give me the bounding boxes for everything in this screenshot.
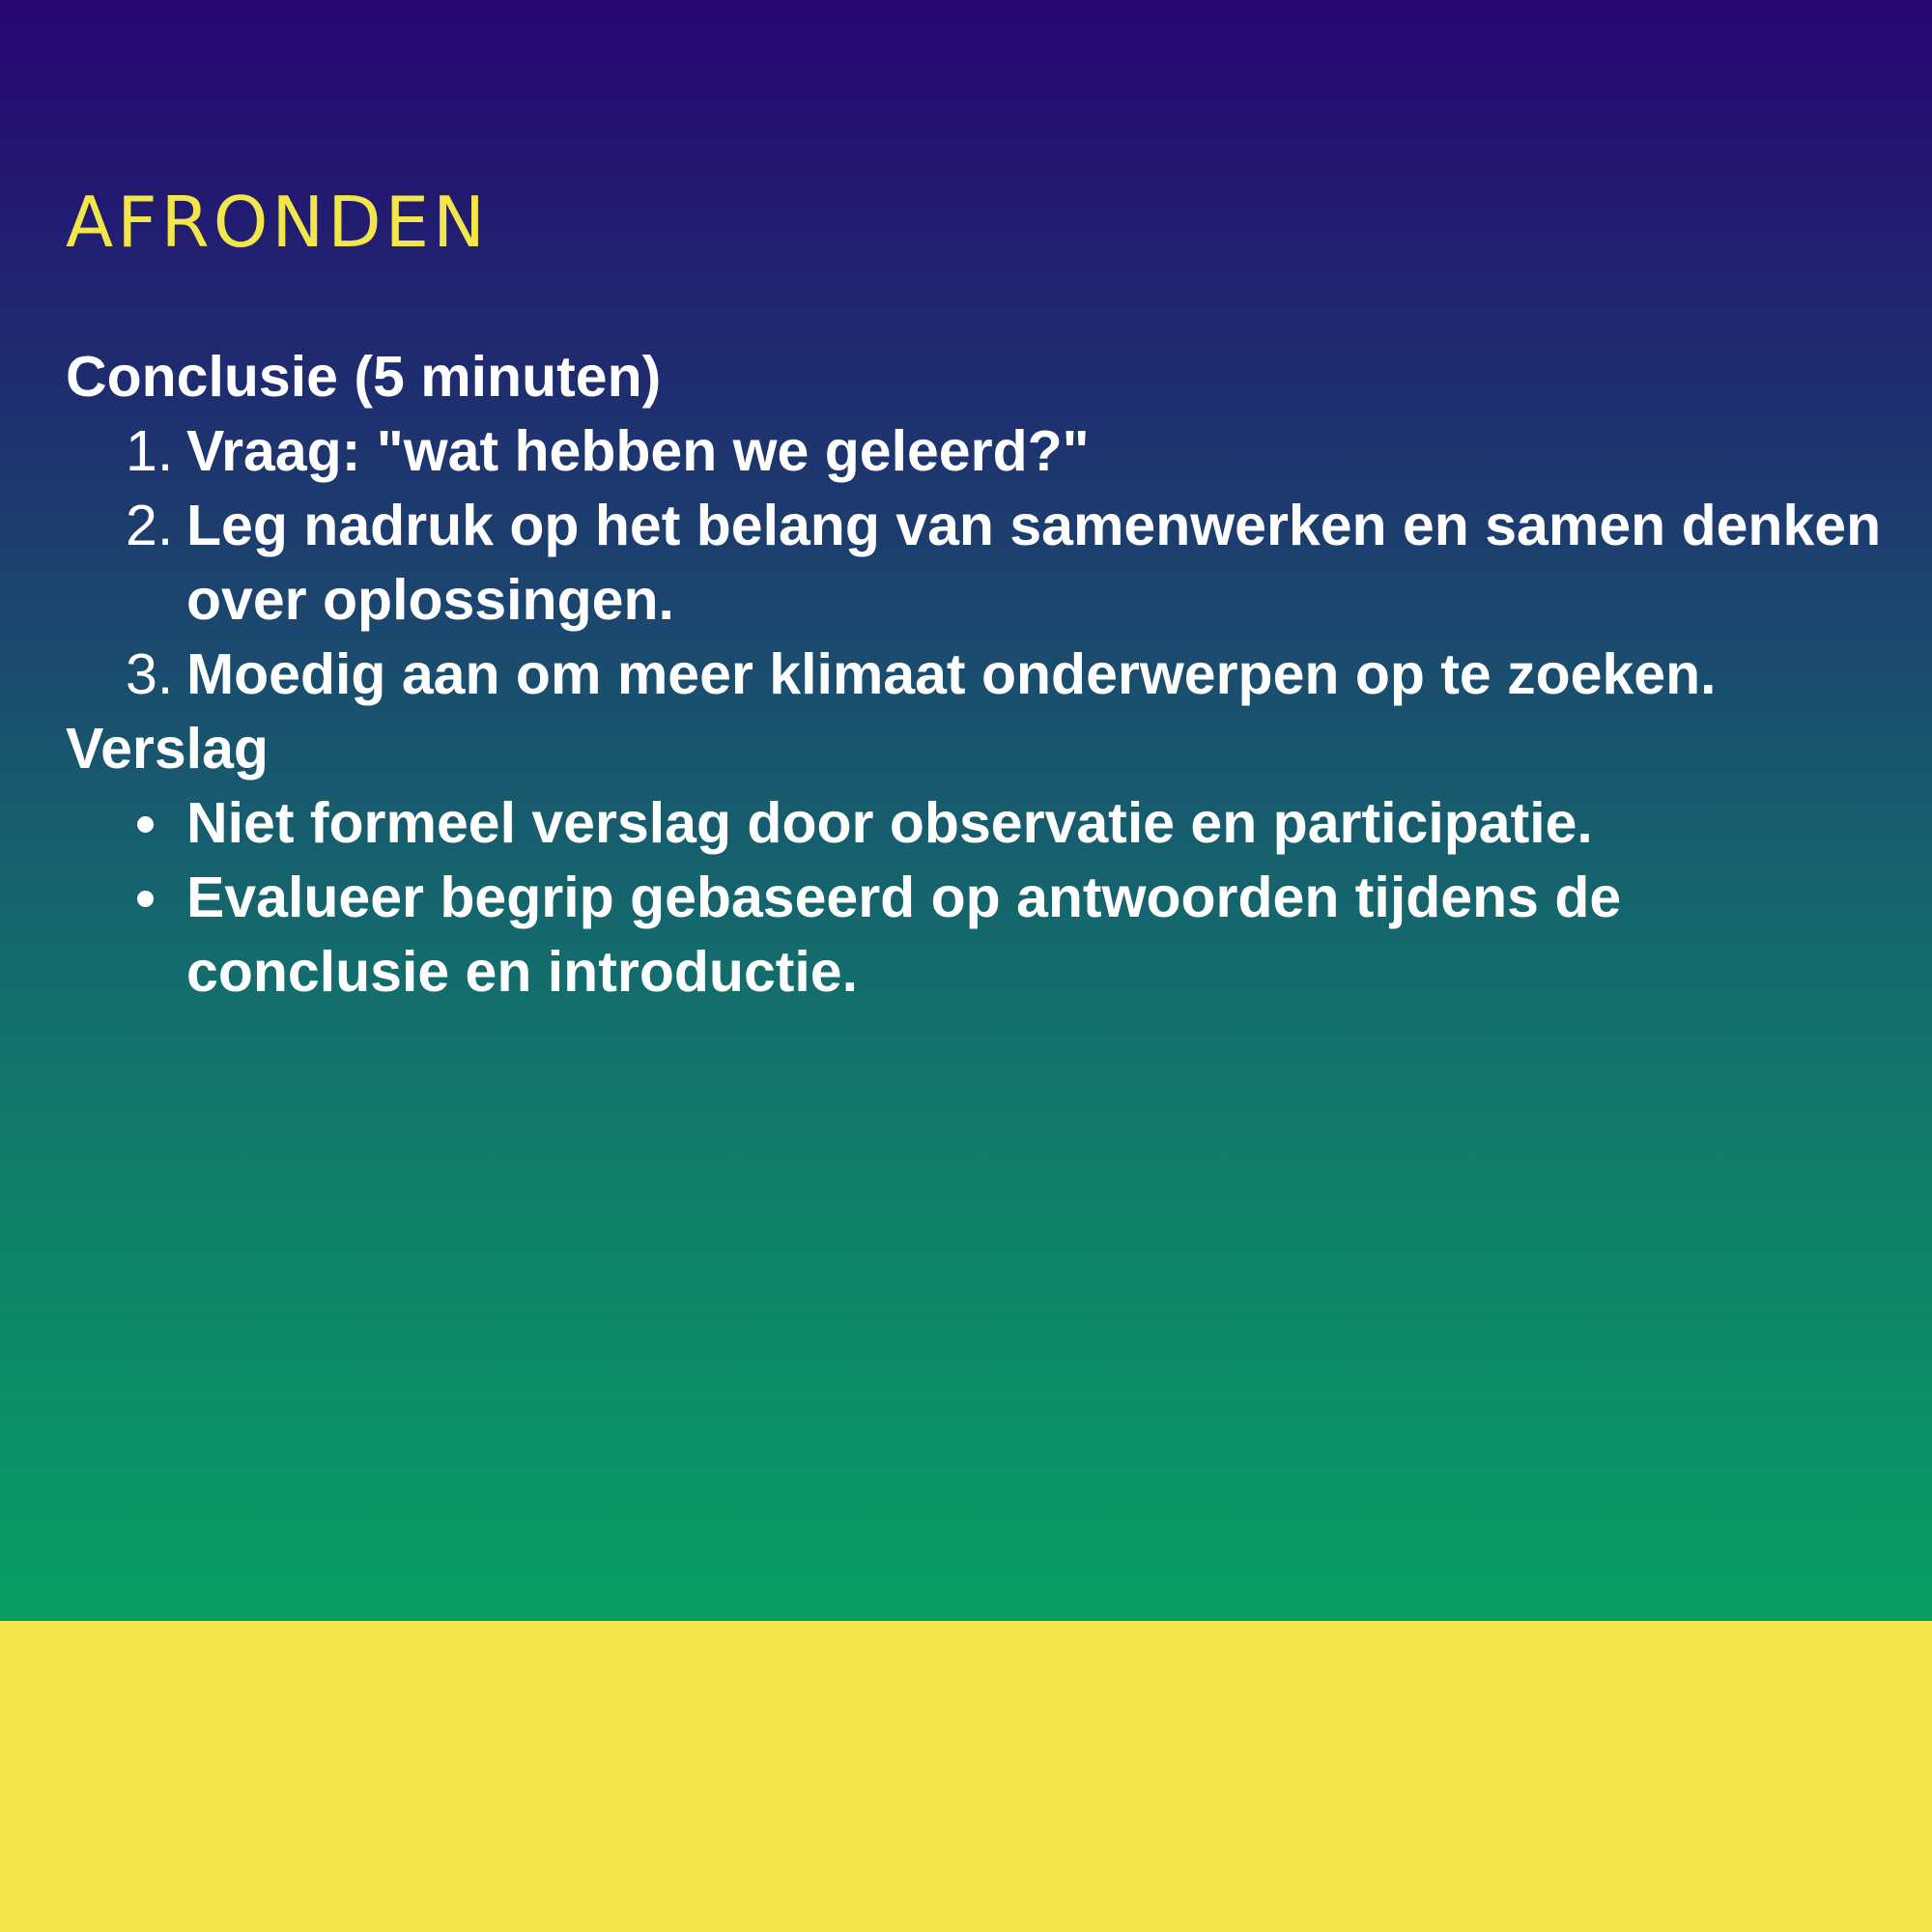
list-number: 3. — [126, 642, 174, 706]
section-heading-verslag: Verslag — [66, 717, 269, 781]
list-number: 2. — [126, 494, 174, 557]
list-item-text: Vraag: "wat hebben we geleerd?" — [186, 419, 1090, 483]
list-item-text: Leg nadruk op het belang van samenwerken… — [186, 494, 1882, 632]
list-item: Niet formeel verslag door observatie en … — [66, 786, 1882, 861]
list-item-text: Moedig aan om meer klimaat onderwerpen o… — [186, 642, 1717, 706]
slide-title: AFRONDEN — [66, 182, 490, 263]
list-item: 3. Moedig aan om meer klimaat onderwerpe… — [66, 638, 1882, 712]
list-item: 1. Vraag: "wat hebben we geleerd?" — [66, 414, 1882, 489]
section-heading-conclusie: Conclusie (5 minuten) — [66, 345, 662, 409]
bullet-icon — [137, 816, 154, 833]
list-item-text: Niet formeel verslag door observatie en … — [186, 791, 1593, 855]
bullet-icon — [137, 891, 154, 907]
list-item: 2. Leg nadruk op het belang van samenwer… — [66, 489, 1882, 638]
conclusie-numbered-list: 1. Vraag: "wat hebben we geleerd?" 2. Le… — [66, 414, 1882, 712]
slide-content: Conclusie (5 minuten) 1. Vraag: "wat heb… — [66, 340, 1882, 1009]
bottom-accent-band — [0, 1621, 1932, 1932]
list-item-text: Evalueer begrip gebaseerd op antwoorden … — [186, 866, 1622, 1004]
list-item: Evalueer begrip gebaseerd op antwoorden … — [66, 861, 1882, 1009]
list-number: 1. — [126, 419, 174, 483]
verslag-bullet-list: Niet formeel verslag door observatie en … — [66, 786, 1882, 1009]
